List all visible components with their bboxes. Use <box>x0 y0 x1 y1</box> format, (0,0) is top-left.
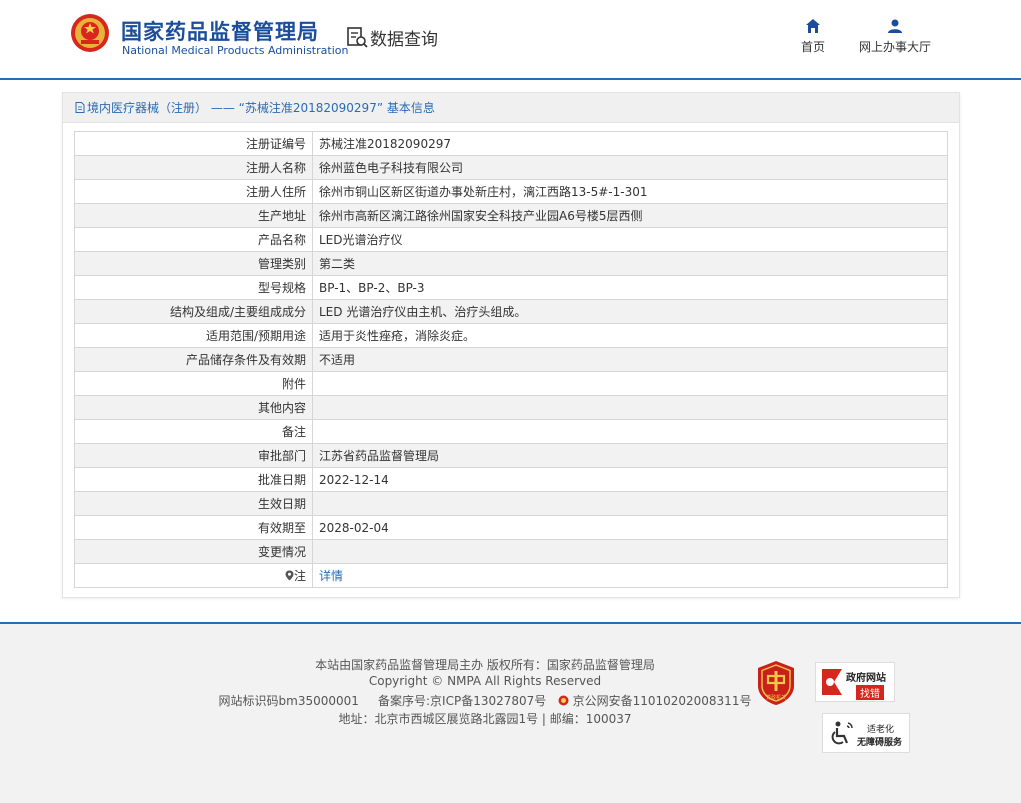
table-row: 审批部门 江苏省药品监督管理局 <box>74 443 948 468</box>
row-value: 徐州市铜山区新区街道办事处新庄村，漓江西路13-5#-1-301 <box>312 179 948 204</box>
row-value: 第二类 <box>312 251 948 276</box>
table-row: 注 详情 <box>74 563 948 588</box>
note-value-cell: 详情 <box>312 563 948 588</box>
row-value: LED 光谱治疗仪由主机、治疗头组成。 <box>312 299 948 324</box>
row-value <box>312 395 948 420</box>
table-row: 适用范围/预期用途 适用于炎性痤疮，消除炎症。 <box>74 323 948 348</box>
row-value: 不适用 <box>312 347 948 372</box>
table-row: 有效期至 2028-02-04 <box>74 515 948 540</box>
party-badge-text: 党政机关 <box>766 694 786 701</box>
info-panel: 境内医疗器械（注册） —— “苏械注准20182090297” 基本信息 注册证… <box>62 92 960 598</box>
row-label: 注册人住所 <box>74 179 313 204</box>
row-value: 适用于炎性痤疮，消除炎症。 <box>312 323 948 348</box>
table-row: 产品名称 LED光谱治疗仪 <box>74 227 948 252</box>
national-emblem-icon <box>71 14 109 52</box>
pin-icon <box>285 570 294 581</box>
table-row: 附件 <box>74 371 948 396</box>
data-query-icon <box>347 27 368 48</box>
detail-link[interactable]: 详情 <box>319 569 343 583</box>
icp-record-link[interactable]: 备案序号:京ICP备13027807号 <box>378 694 546 708</box>
row-value <box>312 419 948 444</box>
accessibility-badge-title: 适老化 <box>867 725 895 735</box>
table-row: 批准日期 2022-12-14 <box>74 467 948 492</box>
row-label: 管理类别 <box>74 251 313 276</box>
gov-badge-action: 找错 <box>856 685 884 700</box>
nav-home-label: 首页 <box>800 40 825 54</box>
accessibility-service-badge[interactable]: 适老化 无障碍服务 <box>822 713 910 753</box>
row-label: 有效期至 <box>74 515 313 540</box>
note-label-cell: 注 <box>74 563 313 588</box>
row-value: LED光谱治疗仪 <box>312 227 948 252</box>
row-value: 苏械注准20182090297 <box>312 131 948 156</box>
party-government-badge-icon[interactable]: 党政机关 <box>756 660 796 706</box>
row-label: 产品名称 <box>74 227 313 252</box>
home-icon <box>806 19 820 33</box>
gov-site-report-badge[interactable]: 政府网站 找错 <box>815 662 895 702</box>
accessibility-icon <box>831 721 853 745</box>
row-label: 注册人名称 <box>74 155 313 180</box>
row-label: 批准日期 <box>74 467 313 492</box>
table-row: 备注 <box>74 419 948 444</box>
table-row: 结构及组成/主要组成成分 LED 光谱治疗仪由主机、治疗头组成。 <box>74 299 948 324</box>
nav-online-hall-label: 网上办事大厅 <box>858 40 931 54</box>
row-label: 产品储存条件及有效期 <box>74 347 313 372</box>
row-label: 附件 <box>74 371 313 396</box>
table-row: 生产地址 徐州市高新区漓江路徐州国家安全科技产业园A6号楼5层西侧 <box>74 203 948 228</box>
row-label: 变更情况 <box>74 539 313 564</box>
row-value <box>312 491 948 516</box>
data-query-title: 数据查询 <box>370 30 438 50</box>
report-error-icon <box>822 669 842 695</box>
row-label: 生效日期 <box>74 491 313 516</box>
table-row: 其他内容 <box>74 395 948 420</box>
table-row: 管理类别 第二类 <box>74 251 948 276</box>
public-security-record-link[interactable]: 京公网安备11010202008311号 <box>573 694 752 708</box>
row-label: 生产地址 <box>74 203 313 228</box>
row-label: 备注 <box>74 419 313 444</box>
site-title-en: National Medical Products Administration <box>122 44 349 57</box>
row-value: 2028-02-04 <box>312 515 948 540</box>
nav-home-link[interactable]: 首页 <box>798 18 828 55</box>
table-row: 注册证编号 苏械注准20182090297 <box>74 131 948 156</box>
table-row: 注册人名称 徐州蓝色电子科技有限公司 <box>74 155 948 180</box>
row-value: 江苏省药品监督管理局 <box>312 443 948 468</box>
site-code: 网站标识码bm35000001 <box>218 694 359 708</box>
user-icon <box>888 19 902 33</box>
registration-info-table: 注册证编号 苏械注准20182090297 注册人名称 徐州蓝色电子科技有限公司 注… <box>74 131 948 588</box>
row-value <box>312 371 948 396</box>
table-row: 注册人住所 徐州市铜山区新区街道办事处新庄村，漓江西路13-5#-1-301 <box>74 179 948 204</box>
table-row: 变更情况 <box>74 539 948 564</box>
row-label: 适用范围/预期用途 <box>74 323 313 348</box>
row-label: 型号规格 <box>74 275 313 300</box>
row-label: 其他内容 <box>74 395 313 420</box>
accessibility-badge-subtitle: 无障碍服务 <box>857 738 903 748</box>
site-title[interactable]: 国家药品监督管理局 <box>121 16 319 46</box>
document-icon <box>75 102 85 113</box>
gov-badge-title: 政府网站 <box>846 673 886 684</box>
row-value: BP-1、BP-2、BP-3 <box>312 275 948 300</box>
table-row: 产品储存条件及有效期 不适用 <box>74 347 948 372</box>
row-value <box>312 539 948 564</box>
row-label: 审批部门 <box>74 443 313 468</box>
row-label: 结构及组成/主要组成成分 <box>74 299 313 324</box>
breadcrumb-text: 境内医疗器械（注册） —— “苏械注准20182090297” 基本信息 <box>87 101 435 115</box>
row-value: 徐州蓝色电子科技有限公司 <box>312 155 948 180</box>
row-value: 2022-12-14 <box>312 467 948 492</box>
table-row: 型号规格 BP-1、BP-2、BP-3 <box>74 275 948 300</box>
table-row: 生效日期 <box>74 491 948 516</box>
nav-online-hall-link[interactable]: 网上办事大厅 <box>856 18 934 55</box>
site-header: 国家药品监督管理局 National Medical Products Admi… <box>0 0 1021 80</box>
row-label: 注册证编号 <box>74 131 313 156</box>
row-value: 徐州市高新区漓江路徐州国家安全科技产业园A6号楼5层西侧 <box>312 203 948 228</box>
police-badge-icon <box>558 695 569 706</box>
panel-breadcrumb: 境内医疗器械（注册） —— “苏械注准20182090297” 基本信息 <box>63 93 959 123</box>
note-label: 注 <box>293 569 306 583</box>
